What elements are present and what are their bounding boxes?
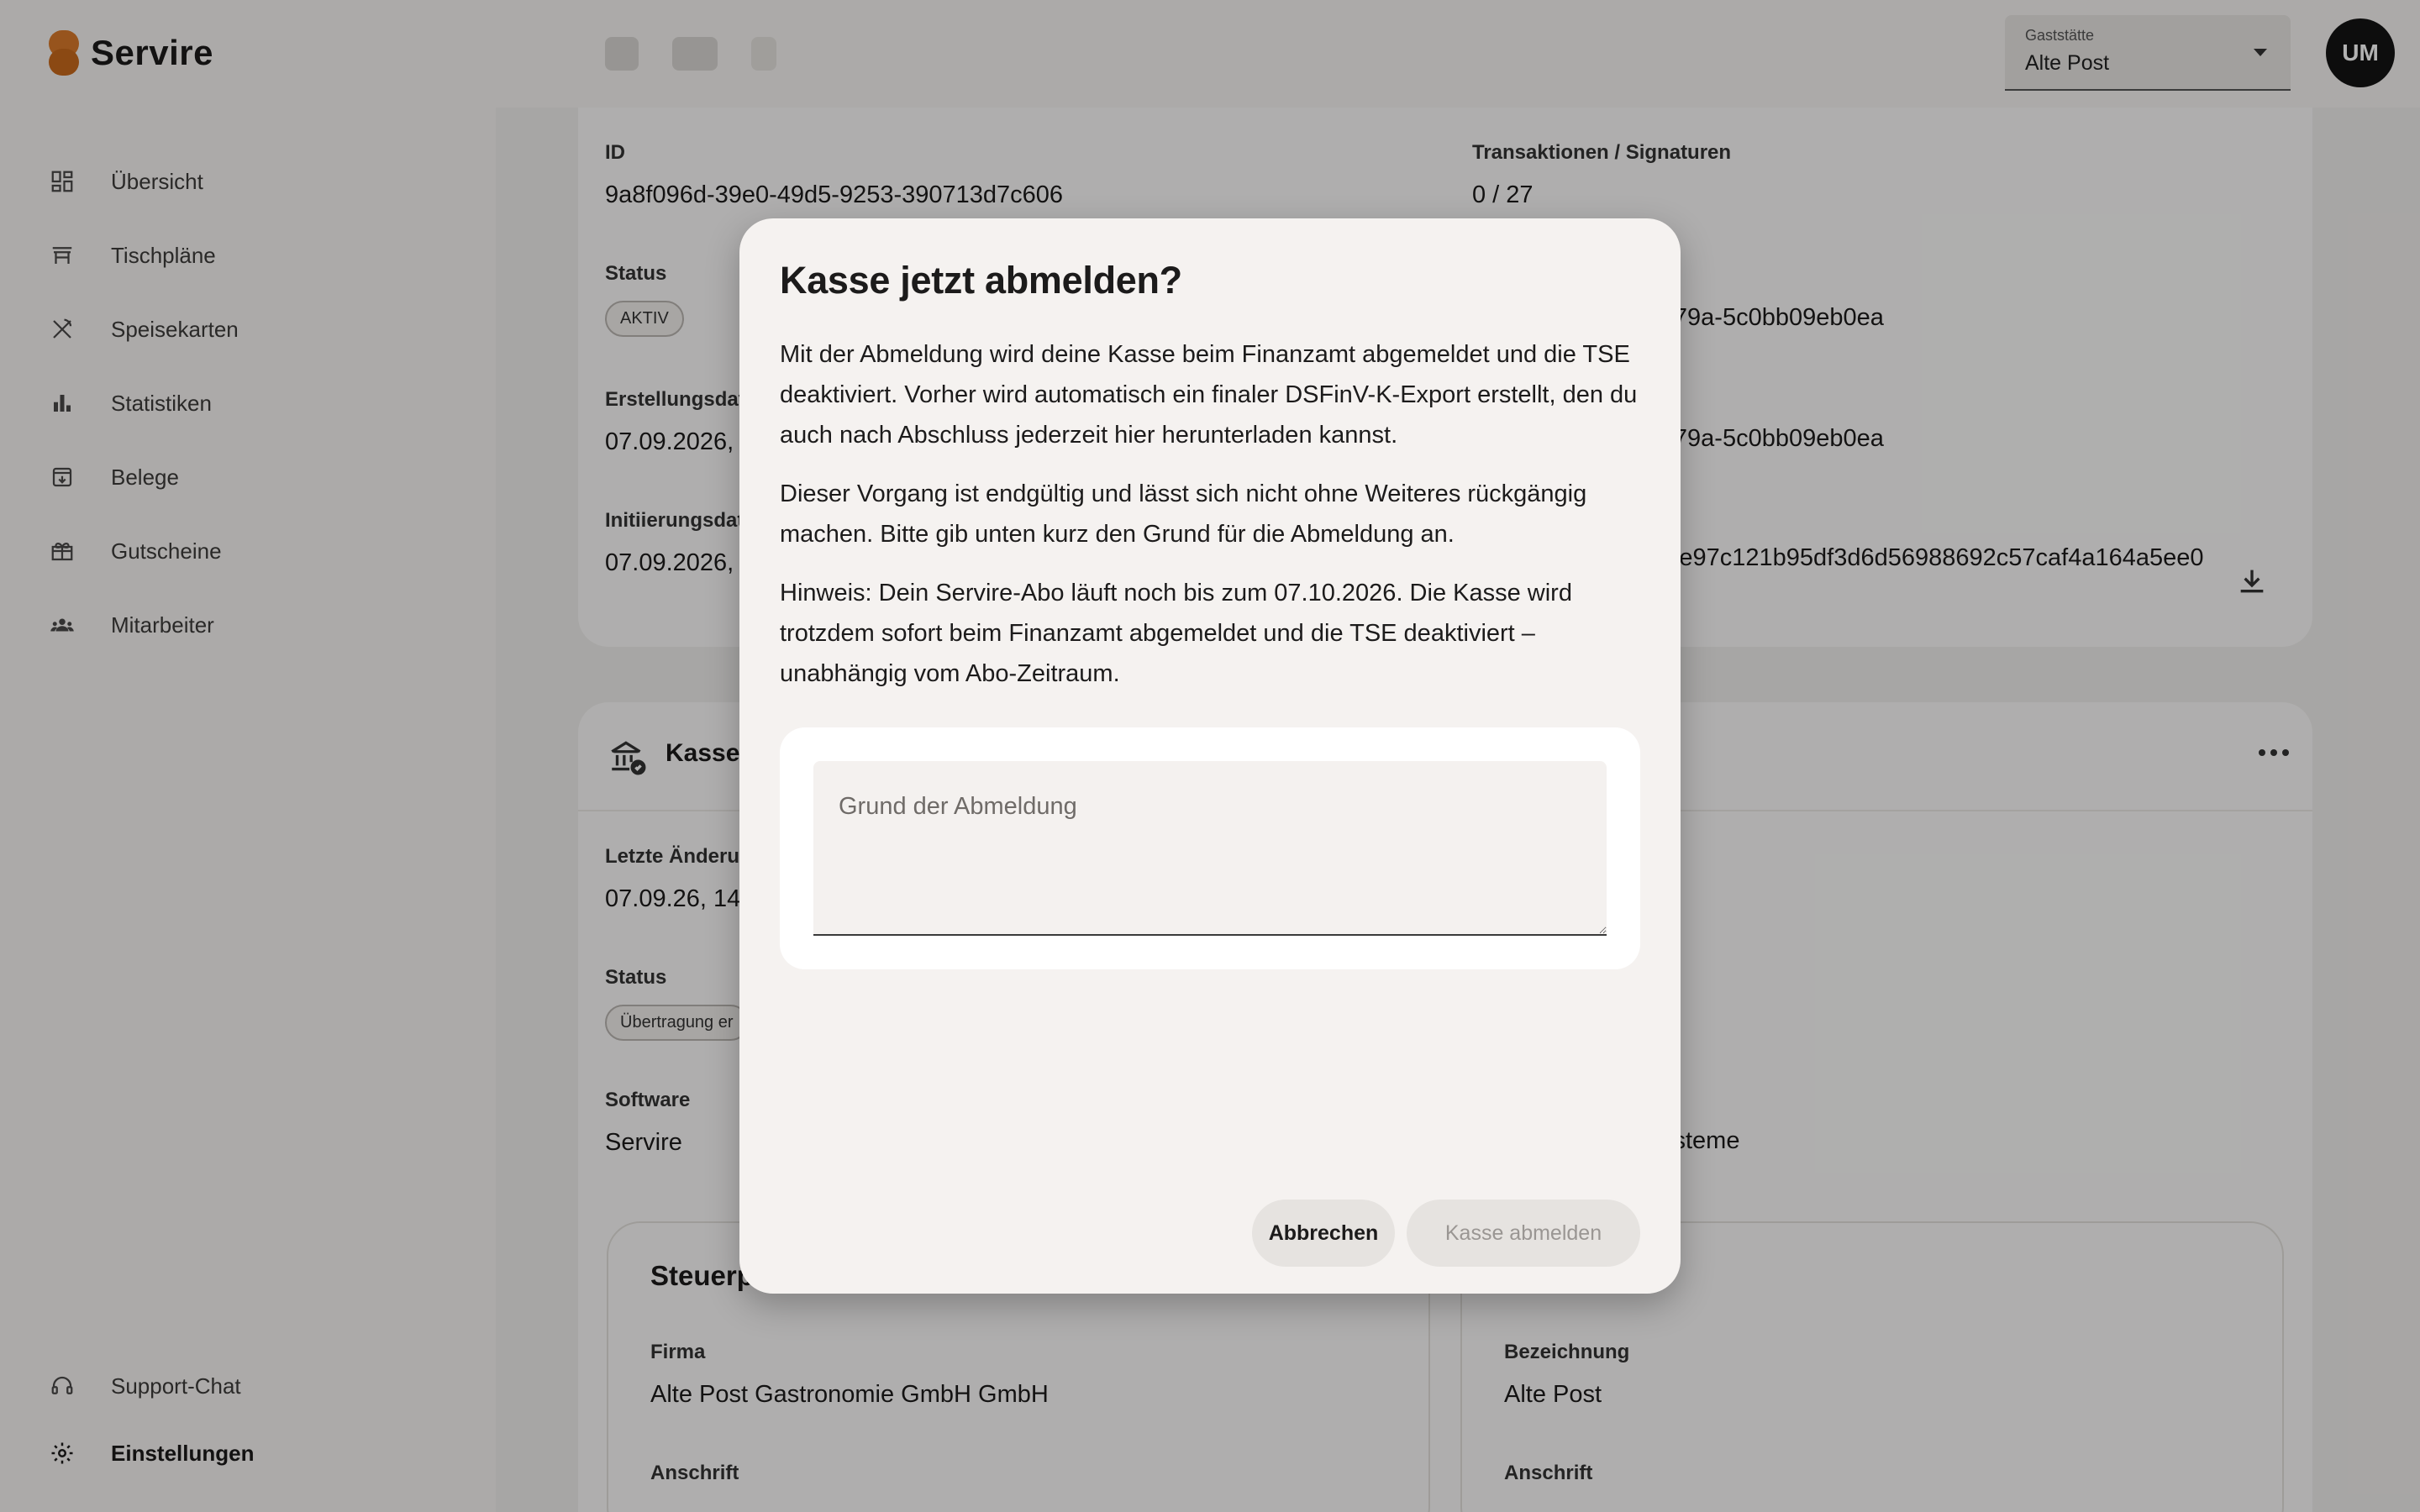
dialog-paragraph-1: Mit der Abmeldung wird deine Kasse beim … (780, 341, 1638, 449)
cancel-button[interactable]: Abbrechen (1252, 1200, 1395, 1267)
reason-textarea[interactable] (813, 761, 1607, 936)
dialog-paragraph-3: Hinweis: Dein Servire-Abo läuft noch bis… (780, 580, 1572, 687)
reason-container (780, 727, 1640, 969)
deregister-button[interactable]: Kasse abmelden (1407, 1200, 1640, 1267)
deregister-dialog: Kasse jetzt abmelden? Mit der Abmeldung … (739, 218, 1681, 1294)
dialog-title: Kasse jetzt abmelden? (780, 259, 1182, 302)
dialog-paragraph-2: Dieser Vorgang ist endgültig und lässt s… (780, 480, 1587, 548)
